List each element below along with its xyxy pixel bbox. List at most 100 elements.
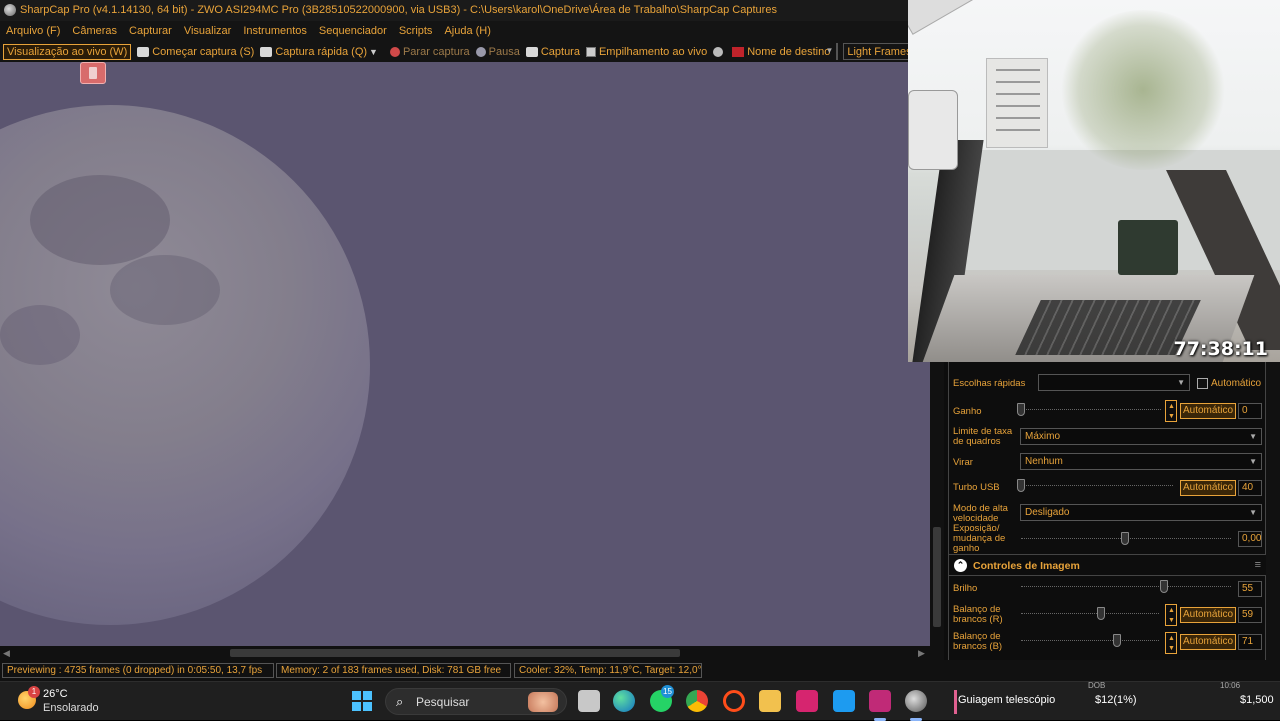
sharpcap-window: SharpCap Pro (v4.1.14130, 64 bit) - ZWO … xyxy=(0,0,1280,721)
frame-rate-select[interactable]: Máximo ▼ xyxy=(1020,428,1262,445)
floating-app-icon[interactable] xyxy=(80,62,106,84)
pause-button[interactable]: Pausa xyxy=(475,46,520,58)
quick-picks-auto-label: Automático xyxy=(1211,378,1262,389)
quick-capture-label: Captura rápida (Q) xyxy=(275,45,368,58)
chevron-down-icon: ▼ xyxy=(1249,432,1257,441)
gain-auto-button[interactable]: Automático xyxy=(1180,403,1236,419)
wb-red-label: Balanço de brancos (R) xyxy=(953,604,1003,625)
usb-turbo-slider-thumb[interactable] xyxy=(1017,479,1025,492)
exposure-gain-slider-thumb[interactable] xyxy=(1121,532,1129,545)
window-title: SharpCap Pro (v4.1.14130, 64 bit) - ZWO … xyxy=(20,4,777,16)
panel-scrollbar[interactable] xyxy=(1266,362,1280,660)
toolbar: Visualização ao vivo (W) Começar captura… xyxy=(0,41,908,62)
gain-slider-track[interactable] xyxy=(1021,409,1161,410)
flip-select[interactable]: Nenhum ▼ xyxy=(1020,453,1262,470)
opera-icon[interactable] xyxy=(723,690,745,712)
windows-taskbar: 1 26°C Ensolarado ⌕ Pesquisar 15 Guiagem… xyxy=(0,681,1280,721)
video-camera-icon xyxy=(260,46,273,57)
stop-capture-button[interactable]: Parar captura xyxy=(389,45,470,58)
menu-scripts[interactable]: Scripts xyxy=(399,25,439,37)
chevron-down-icon[interactable]: ▼ xyxy=(369,47,378,57)
brightness-slider-track[interactable] xyxy=(1021,586,1231,587)
wb-blue-slider-thumb[interactable] xyxy=(1113,634,1121,647)
usb-turbo-value[interactable]: 40 xyxy=(1238,480,1262,496)
scrollbar-thumb[interactable] xyxy=(230,649,680,657)
scroll-left-icon[interactable]: ◀ xyxy=(3,646,10,660)
menu-file[interactable]: Arquivo (F) xyxy=(6,25,66,37)
wb-red-slider-track[interactable] xyxy=(1021,613,1159,614)
snipping-tool-icon[interactable] xyxy=(833,690,855,712)
preview-vertical-scrollbar[interactable] xyxy=(930,362,944,660)
image-controls-header[interactable]: ⌃ Controles de Imagem ≡ xyxy=(949,554,1267,576)
camera-icon xyxy=(525,46,538,57)
start-capture-label: Começar captura (S) xyxy=(152,45,255,58)
target-name-select[interactable]: ▼ xyxy=(825,43,839,60)
weather-description[interactable]: Ensolarado xyxy=(43,702,99,714)
stop-capture-label: Parar captura xyxy=(402,45,470,58)
frame-rate-value: Máximo xyxy=(1025,431,1061,442)
control-panel-body: Escolhas rápidas ▼ Automático Ganho Auto… xyxy=(948,362,1267,660)
live-view-button[interactable]: Visualização ao vivo (W) xyxy=(3,43,132,60)
quick-capture-button[interactable]: Captura rápida (Q) ▼ xyxy=(260,46,384,58)
exposure-gain-label: Exposição/ mudança de ganho xyxy=(953,524,1006,554)
search-highlight-icon xyxy=(528,692,558,712)
target-name-area: Nome de destino xyxy=(732,46,830,58)
preview-horizontal-scrollbar[interactable]: ◀ ▶ xyxy=(0,646,930,660)
taskbar-search[interactable]: ⌕ Pesquisar xyxy=(385,688,567,715)
collapse-icon[interactable]: ⌃ xyxy=(954,559,967,572)
menu-cameras[interactable]: Câmeras xyxy=(72,25,123,37)
quick-picks-auto-checkbox[interactable] xyxy=(1197,378,1208,389)
task-view-icon[interactable] xyxy=(578,690,600,712)
hamburger-menu-icon[interactable]: ≡ xyxy=(1255,559,1261,571)
title-bar: SharpCap Pro (v4.1.14130, 64 bit) - ZWO … xyxy=(0,0,908,21)
wb-red-spinner[interactable] xyxy=(1165,604,1177,626)
quick-picks-select[interactable]: ▼ xyxy=(1038,374,1190,391)
camera-preview[interactable] xyxy=(0,62,930,646)
gain-slider-thumb[interactable] xyxy=(1017,403,1025,416)
webcam-building xyxy=(986,58,1048,148)
windows-start-icon[interactable] xyxy=(352,691,372,711)
chrome-icon[interactable] xyxy=(686,690,708,712)
usb-turbo-auto-button[interactable]: Automático xyxy=(1180,480,1236,496)
edge-browser-icon[interactable] xyxy=(613,690,635,712)
wb-blue-value[interactable]: 71 xyxy=(1238,634,1262,650)
wb-blue-spinner[interactable] xyxy=(1165,632,1177,654)
snapshot-button[interactable]: Captura xyxy=(525,46,580,58)
menu-tools[interactable]: Instrumentos xyxy=(243,25,313,37)
wb-blue-auto-button[interactable]: Automático xyxy=(1180,634,1236,650)
file-explorer-icon[interactable] xyxy=(759,690,781,712)
high-speed-label: Modo de alta velocidade xyxy=(953,503,1008,524)
scroll-right-icon[interactable]: ▶ xyxy=(918,646,925,660)
settings-button[interactable] xyxy=(713,46,726,57)
exposure-gain-value[interactable]: 0,00 xyxy=(1238,531,1262,547)
ticker-value: $12(1%) xyxy=(1095,694,1137,706)
menu-help[interactable]: Ajuda (H) xyxy=(444,25,496,37)
moon-mare xyxy=(0,305,80,365)
high-speed-select[interactable]: Desligado ▼ xyxy=(1020,504,1262,521)
wb-red-slider-thumb[interactable] xyxy=(1097,607,1105,620)
brightness-slider-thumb[interactable] xyxy=(1160,580,1168,593)
brightness-value[interactable]: 55 xyxy=(1238,581,1262,597)
weather-badge: 1 xyxy=(28,686,40,698)
sharpcap-taskbar-icon[interactable] xyxy=(905,690,927,712)
menu-sequencer[interactable]: Sequenciador xyxy=(319,25,393,37)
live-view-label: Visualização ao vivo (W) xyxy=(7,45,128,58)
menu-bar: Arquivo (F) Câmeras Capturar Visualizar … xyxy=(0,21,908,41)
scrollbar-thumb[interactable] xyxy=(933,527,941,627)
pause-icon xyxy=(475,46,486,57)
frame-type-select[interactable]: Light Frames xyxy=(843,43,908,60)
live-stack-button[interactable]: Empilhamento ao vivo xyxy=(585,46,707,58)
usb-turbo-slider-track[interactable] xyxy=(1021,485,1173,486)
weather-temperature[interactable]: 26°C xyxy=(43,688,68,700)
wb-red-auto-button[interactable]: Automático xyxy=(1180,607,1236,623)
gain-spinner[interactable] xyxy=(1165,400,1177,422)
ticker-label[interactable]: Guiagem telescópio xyxy=(958,694,1055,706)
gain-value[interactable]: 0 xyxy=(1238,403,1262,419)
menu-capture[interactable]: Capturar xyxy=(129,25,178,37)
wb-red-value[interactable]: 59 xyxy=(1238,607,1262,623)
start-capture-button[interactable]: Começar captura (S) xyxy=(137,46,254,58)
app-icon-pink[interactable] xyxy=(796,690,818,712)
wb-blue-slider-track[interactable] xyxy=(1021,640,1159,641)
app-icon-magenta[interactable] xyxy=(869,690,891,712)
menu-view[interactable]: Visualizar xyxy=(184,25,238,37)
